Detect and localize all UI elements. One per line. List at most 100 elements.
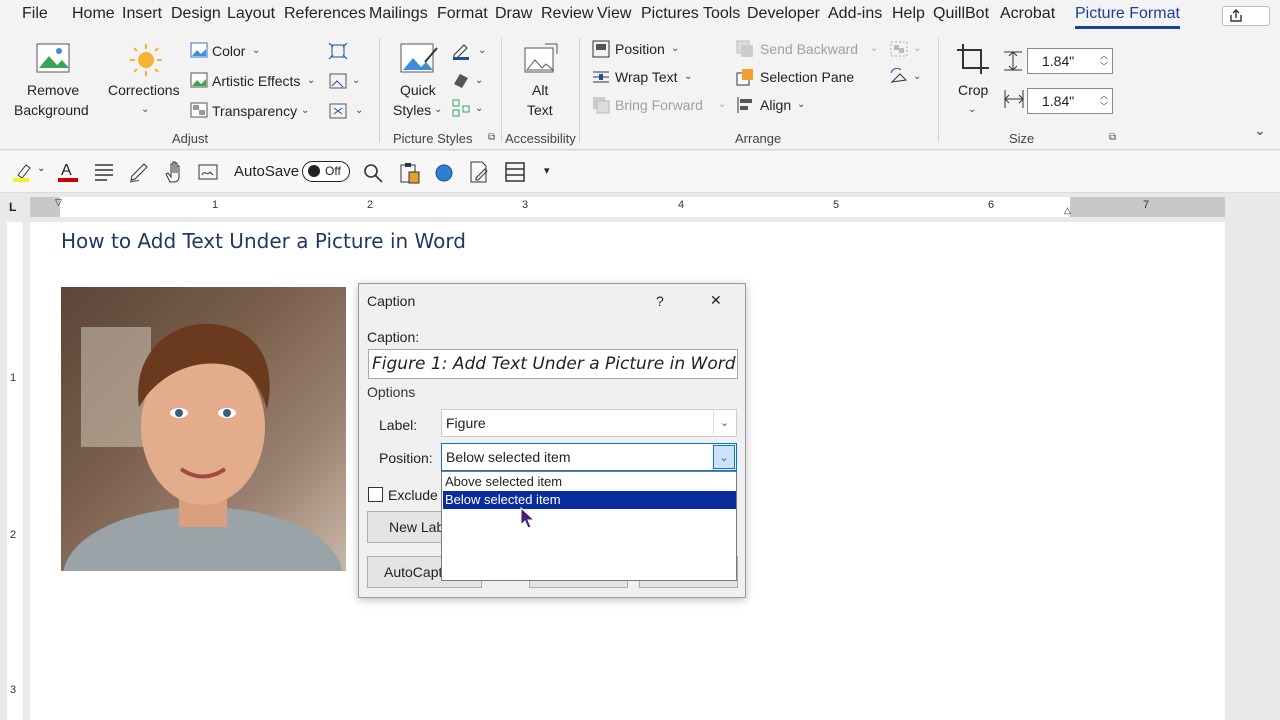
tab-selector-icon[interactable]: L [9,200,16,214]
tab-format[interactable]: Format [437,5,488,23]
share-button[interactable] [1222,6,1270,26]
signature-icon[interactable] [197,161,221,183]
position-select[interactable]: Below selected item ⌄ [441,443,737,471]
tab-help[interactable]: Help [892,5,925,23]
reset-picture-icon[interactable] [328,102,348,120]
spin-up-icon[interactable]: ︿ [1100,90,1108,101]
highlighter-icon[interactable] [12,161,34,183]
highlighter-caret[interactable]: ⌄ [37,163,45,174]
bring-forward-button[interactable]: Bring Forward [615,97,703,113]
tab-layout[interactable]: Layout [227,5,275,23]
quick-styles-button[interactable]: Quick [400,82,436,98]
ruler-number: 7 [1143,199,1150,211]
chevron-down-icon[interactable]: ⌄ [713,445,735,469]
pen-icon[interactable] [128,161,150,183]
group-adjust-label: Adjust [172,131,209,146]
font-color-icon[interactable]: A [57,159,79,183]
position-dropdown-list: Above selected item Below selected item [441,471,737,581]
tab-view[interactable]: View [597,5,631,23]
border-caret: ⌄ [478,45,487,56]
remove-background-button[interactable]: Remove [27,82,79,98]
crop-button[interactable]: Crop [958,82,988,98]
picture-effects-icon[interactable] [451,70,471,90]
tab-home[interactable]: Home [72,5,115,23]
spin-up-icon[interactable]: ︿ [1100,50,1108,61]
height-input[interactable]: 1.84" ︿ ﹀ [1027,48,1113,74]
corrections-button[interactable]: Corrections [108,82,180,98]
tab-developer[interactable]: Developer [747,5,820,23]
artistic-effects-button[interactable]: Artistic Effects [212,73,300,89]
width-value: 1.84" [1042,93,1075,109]
send-backward-button[interactable]: Send Backward [760,41,858,57]
chevron-down-icon[interactable]: ⌄ [713,411,735,435]
search-icon[interactable] [362,162,384,184]
tab-mailings[interactable]: Mailings [369,5,428,23]
align-button[interactable]: Align [760,97,791,113]
effects-caret: ⌄ [475,75,484,86]
autosave-toggle[interactable]: Off [302,161,350,182]
hand-icon[interactable] [163,160,185,184]
corrections-icon [130,44,162,76]
tab-design[interactable]: Design [171,5,221,23]
position-button[interactable]: Position [615,41,665,57]
label-select[interactable]: Figure ⌄ [441,409,737,437]
picture-border-icon[interactable] [451,40,471,60]
tab-file[interactable]: File [22,5,48,23]
color-button[interactable]: Color [212,43,245,59]
toggle-knob [308,165,320,177]
exclude-checkbox[interactable] [368,487,383,502]
customize-qat-icon[interactable]: ▾ [544,164,550,177]
remove-background-label: Background [14,102,89,118]
group-size-label: Size [1009,131,1035,146]
menu-bar: File Home Insert Design Layout Reference… [0,0,1280,30]
separator [938,38,939,142]
indent-marker-icon[interactable]: ▽ [55,197,62,208]
collapse-ribbon-icon[interactable]: ⌄ [1254,122,1266,139]
compress-pictures-icon[interactable] [328,42,348,60]
size-dialog-launcher-icon[interactable]: ⧉ [1109,132,1116,143]
caption-input[interactable]: Figure 1: Add Text Under a Picture in Wo… [368,349,738,379]
horizontal-ruler: 1 2 3 4 5 6 7 ▽ △ [30,197,1225,217]
layout-caret: ⌄ [475,103,484,114]
width-input[interactable]: 1.84" ︿ ﹀ [1027,88,1113,114]
right-indent-marker-icon[interactable]: △ [1064,205,1071,216]
tab-add-ins[interactable]: Add-ins [828,5,882,23]
edit-document-icon[interactable] [468,160,490,184]
tab-references[interactable]: References [284,5,366,23]
tab-review[interactable]: Review [541,5,593,23]
group-objects-icon[interactable] [889,40,909,58]
tab-quillbot[interactable]: QuillBot [933,5,989,23]
paste-icon[interactable] [398,161,422,185]
tab-draw[interactable]: Draw [495,5,532,23]
position-field-label: Position: [379,450,433,466]
selection-pane-button[interactable]: Selection Pane [760,69,854,85]
height-icon [1004,51,1022,71]
option-above-selected-item[interactable]: Above selected item [443,473,736,491]
change-picture-icon[interactable] [328,72,348,90]
wrap-text-button[interactable]: Wrap Text [615,69,678,85]
alt-text-button[interactable]: Alt [532,82,548,98]
ruler-number: 5 [833,199,840,211]
ruler-number: 4 [678,199,685,211]
color-caret: ⌄ [252,45,261,56]
portrait-image[interactable] [61,287,346,571]
transparency-button[interactable]: Transparency [212,103,297,119]
label-field-label: Label: [379,417,418,433]
dialog-launcher-icon[interactable]: ⧉ [488,132,495,143]
spin-down-icon[interactable]: ﹀ [1100,101,1108,112]
picture-layout-icon[interactable] [451,98,471,118]
circle-shape-icon[interactable] [433,162,455,184]
option-below-selected-item[interactable]: Below selected item [443,491,736,509]
tab-acrobat[interactable]: Acrobat [1000,5,1055,23]
help-button[interactable]: ? [656,293,664,309]
bring-forward-caret: ⌄ [718,99,727,110]
tab-picture-format[interactable]: Picture Format [1075,5,1180,29]
spin-down-icon[interactable]: ﹀ [1100,61,1108,72]
align-text-icon[interactable] [94,163,114,181]
tab-insert[interactable]: Insert [122,5,162,23]
rotate-icon[interactable] [889,68,909,86]
send-backward-caret: ⌄ [870,43,879,54]
tab-pictures-tools[interactable]: Pictures Tools [641,5,740,23]
close-button[interactable]: ✕ [710,292,722,309]
table-icon[interactable] [504,161,526,183]
